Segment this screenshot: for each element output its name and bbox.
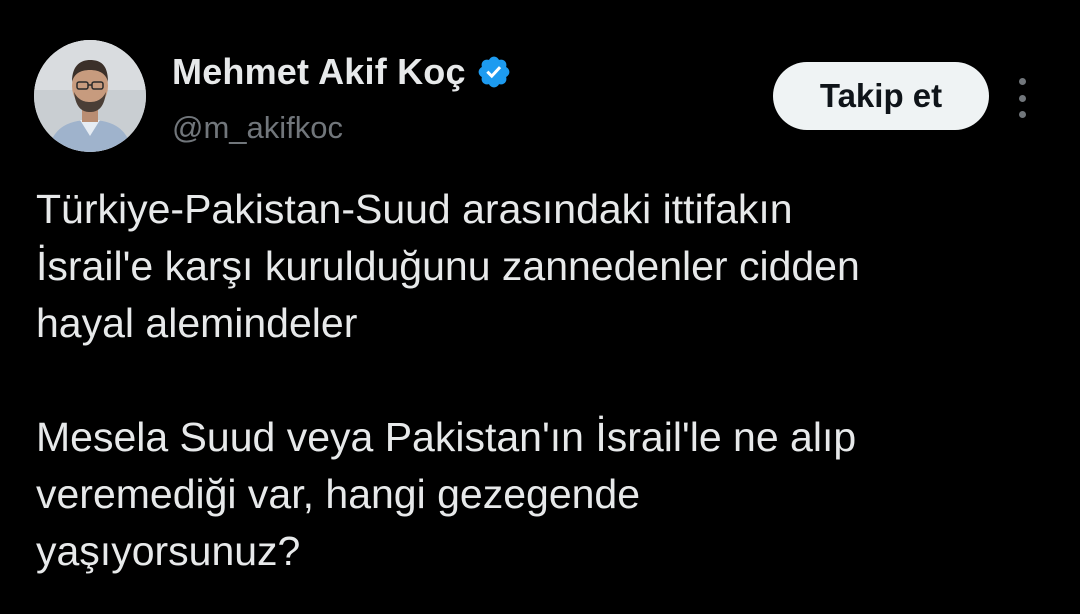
display-name[interactable]: Mehmet Akif Koç [172, 51, 466, 93]
more-options-icon[interactable] [1006, 78, 1038, 118]
tweet-paragraph: Türkiye-Pakistan-Suud arasındaki ittifak… [36, 186, 860, 346]
profile-photo-icon [34, 40, 146, 152]
tweet-card: Mehmet Akif Koç @m_akifkoc Takip et Türk… [0, 0, 1080, 614]
tweet-paragraph: Mesela Suud veya Pakistan'ın İsrail'le n… [36, 414, 857, 574]
user-handle[interactable]: @m_akifkoc [172, 110, 343, 146]
dot [1018, 94, 1026, 102]
display-name-row: Mehmet Akif Koç [172, 50, 512, 94]
verified-badge-icon [476, 54, 512, 90]
dot [1018, 78, 1026, 85]
dot [1018, 111, 1026, 118]
follow-button[interactable]: Takip et [773, 62, 989, 130]
tweet-text: Türkiye-Pakistan-Suud arasındaki ittifak… [36, 181, 1046, 580]
avatar[interactable] [34, 40, 146, 152]
